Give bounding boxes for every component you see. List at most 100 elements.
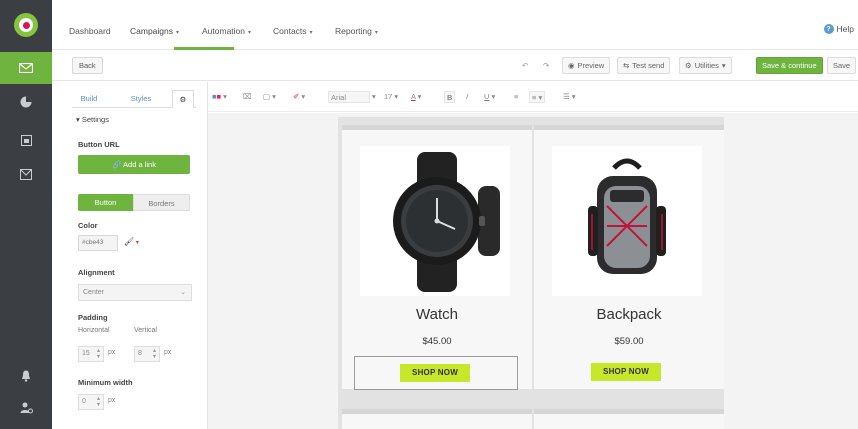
font-family-select[interactable]: Arial: [328, 91, 370, 103]
block-style-icon[interactable]: ▢ ▾: [263, 91, 276, 103]
alignment-label: Alignment: [78, 268, 115, 277]
help-icon: ?: [823, 24, 834, 34]
stepper-icon[interactable]: ▴ ▾: [153, 348, 156, 360]
button-url-label: Button URL: [78, 140, 120, 149]
help-link[interactable]: ? Help: [823, 24, 854, 34]
align-center-icon[interactable]: ≡ ▾: [529, 91, 546, 103]
horizontal-padding-input[interactable]: 15 ▴ ▾: [78, 346, 104, 362]
settings-section-toggle[interactable]: ▾ Settings: [76, 115, 109, 124]
nav-campaigns[interactable]: Campaigns ▾: [130, 26, 179, 36]
font-size-value: 17: [384, 92, 393, 101]
tab-settings-gear[interactable]: ⚙: [172, 90, 194, 108]
format-toolbar: ■■ ▾ ⌧ ▢ ▾ ✐ ▾ Arial ▾ 17 ▾ A ▾ B I U ▾ …: [208, 82, 858, 112]
test-send-button[interactable]: ⇆ Test send: [617, 57, 671, 74]
undo-button[interactable]: ↶: [517, 57, 533, 74]
product-card-backpack[interactable]: Backpack $59.00 SHOP NOW: [534, 125, 724, 389]
nav-active-indicator: [174, 47, 234, 50]
help-label: Help: [836, 24, 854, 34]
action-bar: Back ↶ ↷ ◉ Preview ⇆ Test send ⚙ Utilities ▾…: [52, 51, 858, 81]
italic-button[interactable]: I: [466, 91, 468, 103]
shop-now-button[interactable]: SHOP NOW: [400, 364, 470, 382]
align-left-icon[interactable]: ≡: [514, 91, 518, 103]
horizontal-unit: px: [108, 349, 116, 356]
watch-image: [360, 146, 510, 296]
preview-button[interactable]: ◉ Preview: [562, 57, 611, 74]
list-icon[interactable]: ☰ ▾: [563, 91, 576, 103]
fill-color-icon[interactable]: 🖌 ▾: [124, 237, 139, 246]
panel-tabs: Build Styles ⚙: [72, 90, 196, 108]
nav-automation[interactable]: Automation ▾: [202, 26, 251, 36]
horizontal-padding-value: 15: [82, 350, 90, 357]
font-family-chevron-icon[interactable]: ▾: [372, 91, 376, 103]
tab-styles[interactable]: Styles: [124, 90, 158, 108]
rail-calendar-icon[interactable]: [0, 124, 52, 156]
app-logo[interactable]: [14, 13, 38, 37]
settings-panel: Build Styles ⚙ ▾ Settings Button URL 🔗 A…: [52, 82, 208, 429]
rail-reports-icon[interactable]: [0, 86, 52, 118]
stepper-icon[interactable]: ▴ ▾: [97, 348, 100, 360]
save-continue-button[interactable]: Save & continue: [756, 57, 823, 74]
redo-icon: ↷: [543, 61, 550, 70]
nav-contacts-label: Contacts: [273, 26, 307, 36]
underline-button[interactable]: U ▾: [484, 91, 495, 103]
redo-button[interactable]: ↷: [538, 57, 554, 74]
product-title: Watch: [416, 306, 458, 323]
chevron-down-icon: ⌄: [180, 289, 186, 296]
underline-icon: U: [484, 92, 490, 101]
test-send-label: Test send: [632, 61, 665, 70]
gear-icon: ⚙: [179, 95, 187, 104]
eye-icon: ◉: [568, 61, 575, 70]
horizontal-label: Horizontal: [78, 327, 110, 334]
product-price: $59.00: [614, 336, 644, 347]
nav-dashboard[interactable]: Dashboard: [69, 26, 111, 36]
italic-icon: I: [466, 92, 469, 101]
color-input[interactable]: #cbe43: [78, 235, 118, 251]
selected-button-block[interactable]: SHOP NOW: [354, 356, 518, 390]
nav-contacts[interactable]: Contacts ▾: [273, 26, 313, 36]
chevron-down-icon: ▾: [721, 61, 726, 70]
tab-build[interactable]: Build: [72, 90, 106, 108]
email-body: Watch $45.00 SHOP NOW Backpack $59.00 SH…: [338, 117, 724, 429]
nav-reporting-label: Reporting: [335, 26, 372, 36]
utilities-button[interactable]: ⚙ Utilities ▾: [679, 57, 732, 74]
vertical-unit: px: [164, 349, 172, 356]
product-price: $45.00: [422, 336, 452, 347]
bold-button[interactable]: B: [444, 91, 456, 103]
utilities-label: Utilities: [694, 61, 719, 70]
text-color-icon[interactable]: A ▾: [411, 91, 421, 103]
padding-label: Padding: [78, 313, 108, 322]
product-card-next: [534, 409, 724, 429]
product-card-watch[interactable]: Watch $45.00 SHOP NOW: [342, 125, 532, 390]
save-button[interactable]: Save: [827, 57, 857, 74]
gear-icon: ⚙: [685, 61, 692, 70]
rail-notifications-icon[interactable]: [0, 360, 52, 392]
back-button[interactable]: Back: [72, 57, 103, 74]
font-size-select[interactable]: 17 ▾: [384, 91, 398, 103]
rail-email-icon[interactable]: [0, 52, 52, 84]
rail-templates-icon[interactable]: [0, 158, 52, 190]
text-style-icon[interactable]: ■■ ▾: [212, 91, 227, 103]
nav-reporting[interactable]: Reporting ▾: [335, 26, 378, 36]
color-label: Color: [78, 221, 98, 230]
vertical-padding-input[interactable]: 8 ▴ ▾: [134, 346, 160, 362]
undo-icon: ↶: [522, 61, 529, 70]
editor-canvas: Watch $45.00 SHOP NOW Backpack $59.00 SH…: [208, 113, 858, 429]
email-editor-app: Dashboard Campaigns ▾ Automation ▾ Contact…: [0, 0, 858, 429]
chevron-down-icon: ▾: [309, 30, 313, 36]
toggle-button[interactable]: Button: [78, 194, 133, 211]
toggle-borders[interactable]: Borders: [133, 194, 190, 211]
stepper-icon[interactable]: ▴ ▾: [97, 396, 100, 408]
min-width-label: Minimum width: [78, 378, 133, 387]
rail-account-icon[interactable]: [0, 392, 52, 424]
shop-now-button[interactable]: SHOP NOW: [591, 363, 661, 381]
clear-format-icon[interactable]: ⌧: [243, 91, 252, 103]
min-width-input[interactable]: 0 ▴ ▾: [78, 394, 104, 410]
preview-label: Preview: [577, 61, 605, 70]
button-block[interactable]: SHOP NOW: [546, 356, 710, 390]
alignment-select[interactable]: Center ⌄: [78, 284, 192, 301]
nav-dashboard-label: Dashboard: [69, 26, 111, 36]
alignment-value: Center: [83, 289, 105, 296]
background-color-icon[interactable]: ✐ ▾: [293, 91, 305, 103]
add-link-button[interactable]: 🔗 Add a link: [78, 155, 190, 174]
vertical-label: Vertical: [134, 327, 157, 334]
